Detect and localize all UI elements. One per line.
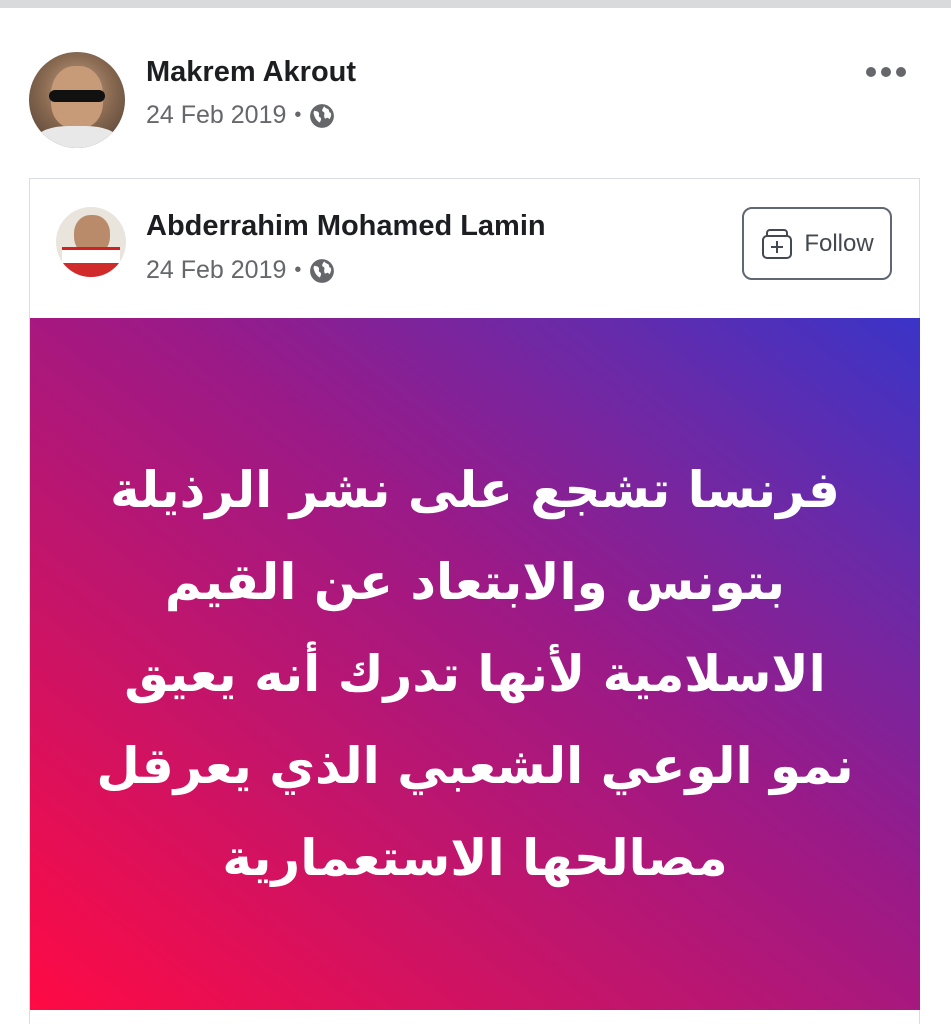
globe-icon: [310, 103, 335, 128]
globe-icon: [310, 258, 335, 283]
author-avatar[interactable]: [29, 52, 125, 148]
shared-author-avatar[interactable]: [56, 207, 126, 277]
meta-separator: •: [294, 104, 302, 126]
post-meta: 24 Feb 2019 •: [146, 101, 335, 130]
shared-post-date[interactable]: 24 Feb 2019: [146, 256, 286, 285]
post-text-line: الاسلامية لأنها تدرك أنه يعيق: [124, 645, 826, 703]
post-date[interactable]: 24 Feb 2019: [146, 101, 286, 130]
post-text-line: نمو الوعي الشعبي الذي يعرقل: [96, 737, 854, 795]
meta-separator: •: [294, 259, 302, 281]
follow-label: Follow: [804, 229, 874, 257]
post-text-line: مصالحها الاستعمارية: [222, 829, 728, 887]
gradient-text-post: فرنسا تشجع على نشر الرذيلة بتونس والابتع…: [30, 318, 920, 1010]
shared-post-meta: 24 Feb 2019 •: [146, 256, 335, 285]
more-options-icon[interactable]: [860, 58, 912, 86]
follow-button[interactable]: Follow: [742, 207, 892, 280]
post-text-line: فرنسا تشجع على نشر الرذيلة: [110, 461, 840, 519]
author-name[interactable]: Makrem Akrout: [146, 56, 356, 89]
post-text: فرنسا تشجع على نشر الرذيلة بتونس والابتع…: [95, 444, 855, 904]
follow-icon: [762, 228, 793, 259]
top-divider: [0, 0, 951, 8]
shared-author-name[interactable]: Abderrahim Mohamed Lamin: [146, 210, 546, 243]
post-text-line: بتونس والابتعاد عن القيم: [164, 553, 786, 611]
